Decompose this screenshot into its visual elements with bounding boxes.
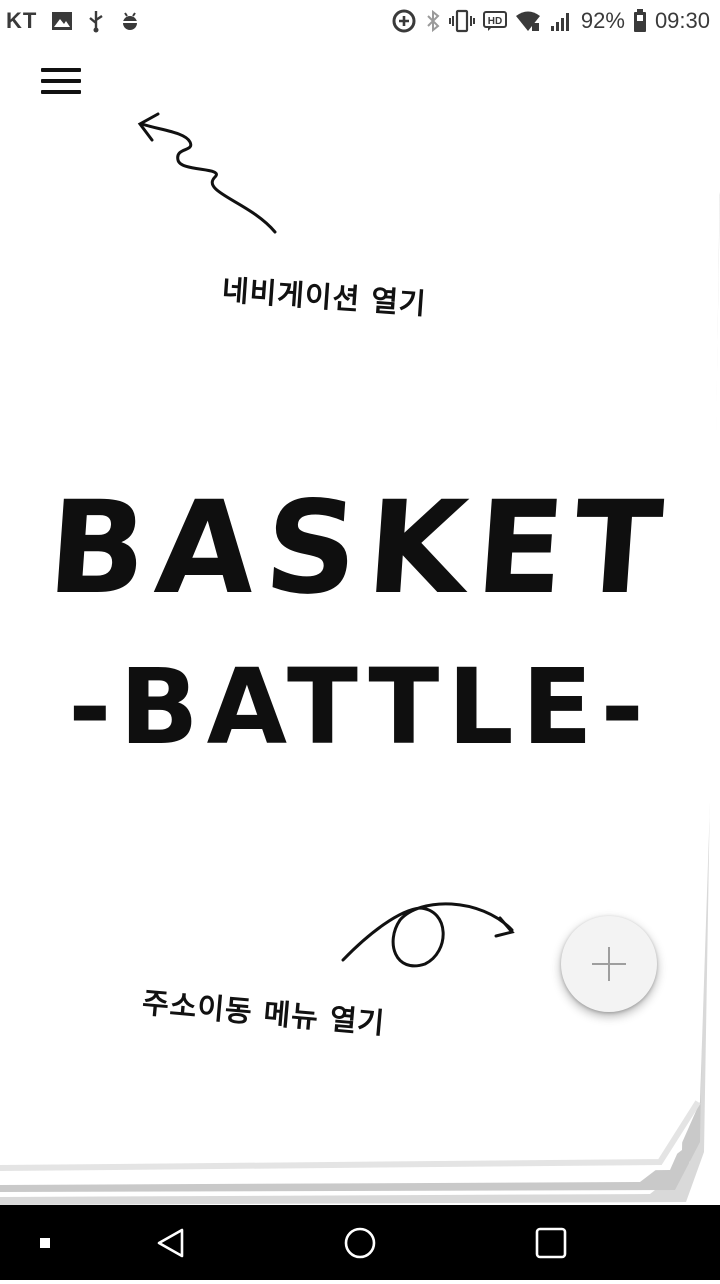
- system-nav-bar: [0, 1205, 720, 1280]
- svg-text:HD: HD: [488, 16, 502, 27]
- signal-icon: [549, 10, 573, 32]
- app-title-line1: BASKET: [43, 474, 677, 623]
- battery-icon: [633, 9, 647, 33]
- data-saver-icon: [391, 8, 417, 34]
- home-circle-icon[interactable]: [315, 1205, 405, 1280]
- square-dot-icon[interactable]: [0, 1205, 90, 1280]
- back-triangle-icon[interactable]: [125, 1205, 215, 1280]
- battery-percent: 92%: [580, 8, 625, 33]
- carrier-label: KT: [6, 8, 38, 33]
- main-content: 네비게이션 열기 BASKET -BATTLE- 주소이동 메뉴 열기: [0, 42, 720, 1205]
- hd-voice-icon: HD: [482, 10, 507, 32]
- wifi-icon: [515, 10, 541, 32]
- vibrate-icon: [448, 9, 475, 33]
- app-title-line2: -BATTLE-: [68, 646, 652, 768]
- gallery-icon: [51, 11, 73, 31]
- usb-icon: [87, 9, 105, 33]
- hamburger-menu-icon[interactable]: [32, 60, 90, 104]
- recents-square-icon[interactable]: [506, 1205, 596, 1280]
- add-fab-button[interactable]: [561, 916, 657, 1012]
- android-debug-icon: [119, 10, 141, 32]
- bluetooth-icon: [425, 9, 441, 33]
- status-bar: KT HD 92% 09:30: [0, 0, 720, 42]
- clock: 09:30: [654, 8, 710, 33]
